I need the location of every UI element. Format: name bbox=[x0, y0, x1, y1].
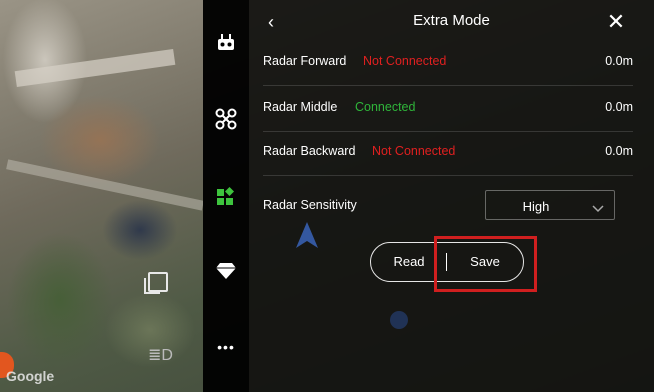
radar-middle-row: Radar Middle Connected 0.0m bbox=[263, 86, 633, 132]
status-badge: Not Connected bbox=[372, 144, 456, 158]
drone-icon[interactable] bbox=[203, 104, 249, 134]
row-label: Radar Middle bbox=[263, 100, 338, 114]
radar-backward-row: Radar Backward Not Connected 0.0m bbox=[263, 130, 633, 176]
remote-controller-icon[interactable] bbox=[203, 28, 249, 58]
distance-value: 0.0m bbox=[605, 100, 633, 114]
panel-header: ‹ Extra Mode ✕ bbox=[249, 0, 654, 44]
close-button[interactable]: ✕ bbox=[604, 9, 628, 35]
light-icon[interactable]: ≣D bbox=[148, 345, 173, 365]
map-road bbox=[14, 48, 176, 88]
extra-mode-panel: ‹ Extra Mode ✕ Radar Forward Not Connect… bbox=[249, 0, 654, 392]
map-road bbox=[6, 159, 204, 211]
settings-sidebar: ••• bbox=[203, 0, 249, 392]
chevron-down-icon bbox=[592, 201, 604, 216]
radar-forward-row: Radar Forward Not Connected 0.0m bbox=[263, 40, 633, 86]
save-highlight bbox=[434, 236, 537, 292]
distance-value: 0.0m bbox=[605, 144, 633, 158]
distance-value: 0.0m bbox=[605, 54, 633, 68]
row-label: Radar Backward bbox=[263, 144, 356, 158]
aircraft-heading-icon bbox=[296, 222, 318, 253]
extra-mode-icon[interactable] bbox=[203, 182, 249, 212]
google-logo: Google bbox=[6, 368, 55, 384]
page-title: Extra Mode bbox=[413, 12, 490, 29]
sensitivity-value: High bbox=[522, 199, 550, 214]
map-layer-toggle-icon[interactable] bbox=[144, 272, 168, 294]
status-badge: Connected bbox=[355, 100, 416, 114]
status-badge: Not Connected bbox=[363, 54, 447, 68]
row-label: Radar Sensitivity bbox=[263, 198, 357, 212]
row-label: Radar Forward bbox=[263, 54, 347, 68]
gem-icon[interactable] bbox=[203, 256, 249, 286]
sensitivity-select[interactable]: High bbox=[485, 190, 615, 220]
more-icon[interactable]: ••• bbox=[203, 332, 249, 362]
waypoint-marker bbox=[390, 311, 408, 329]
